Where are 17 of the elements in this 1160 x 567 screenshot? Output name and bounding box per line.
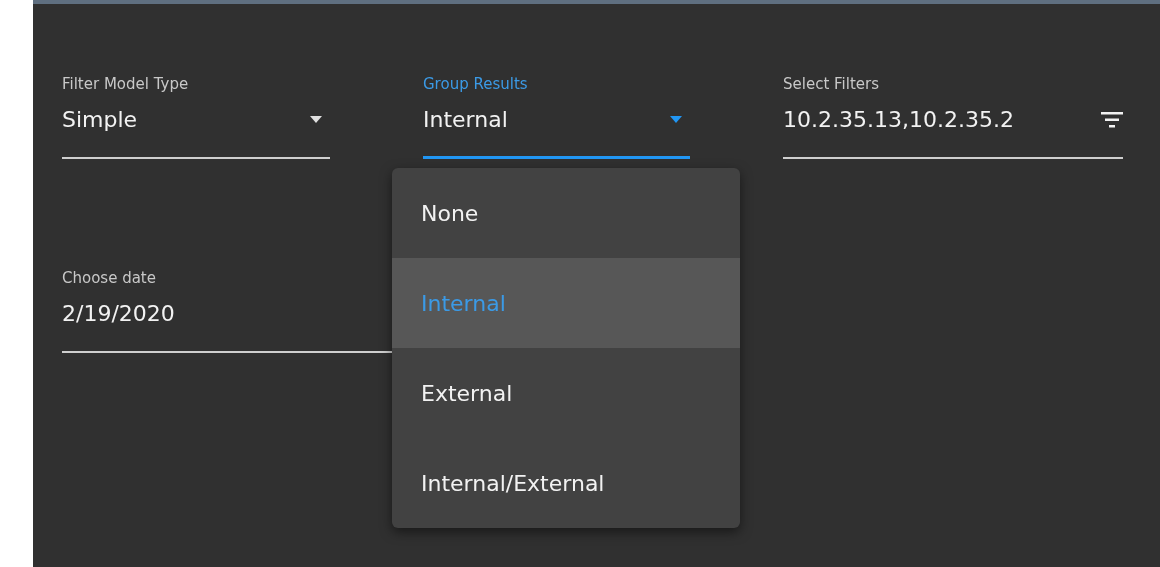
field-value: 2/19/2020 bbox=[62, 301, 175, 326]
select-field[interactable]: Group Results Internal bbox=[423, 75, 690, 159]
menu-option[interactable]: None bbox=[392, 168, 740, 258]
menu-option[interactable]: External bbox=[392, 348, 740, 438]
field-value: Internal bbox=[423, 107, 508, 132]
field-label: Choose date bbox=[62, 269, 157, 287]
field-label: Filter Model Type bbox=[62, 75, 190, 93]
filter-icon[interactable] bbox=[1101, 111, 1123, 128]
field-label: Group Results bbox=[423, 75, 529, 93]
field-value: Simple bbox=[62, 107, 138, 132]
caret-icon bbox=[670, 116, 682, 123]
filter-field[interactable]: Select Filters 10.2.35.13,10.2.35.2 bbox=[783, 75, 1123, 159]
select-field[interactable]: Filter Model Type Simple bbox=[62, 75, 330, 159]
caret-icon bbox=[310, 116, 322, 123]
field-label: Select Filters bbox=[783, 75, 880, 93]
menu-option[interactable]: Internal/External bbox=[392, 438, 740, 528]
field-value: 10.2.35.13,10.2.35.2 bbox=[783, 107, 1014, 132]
